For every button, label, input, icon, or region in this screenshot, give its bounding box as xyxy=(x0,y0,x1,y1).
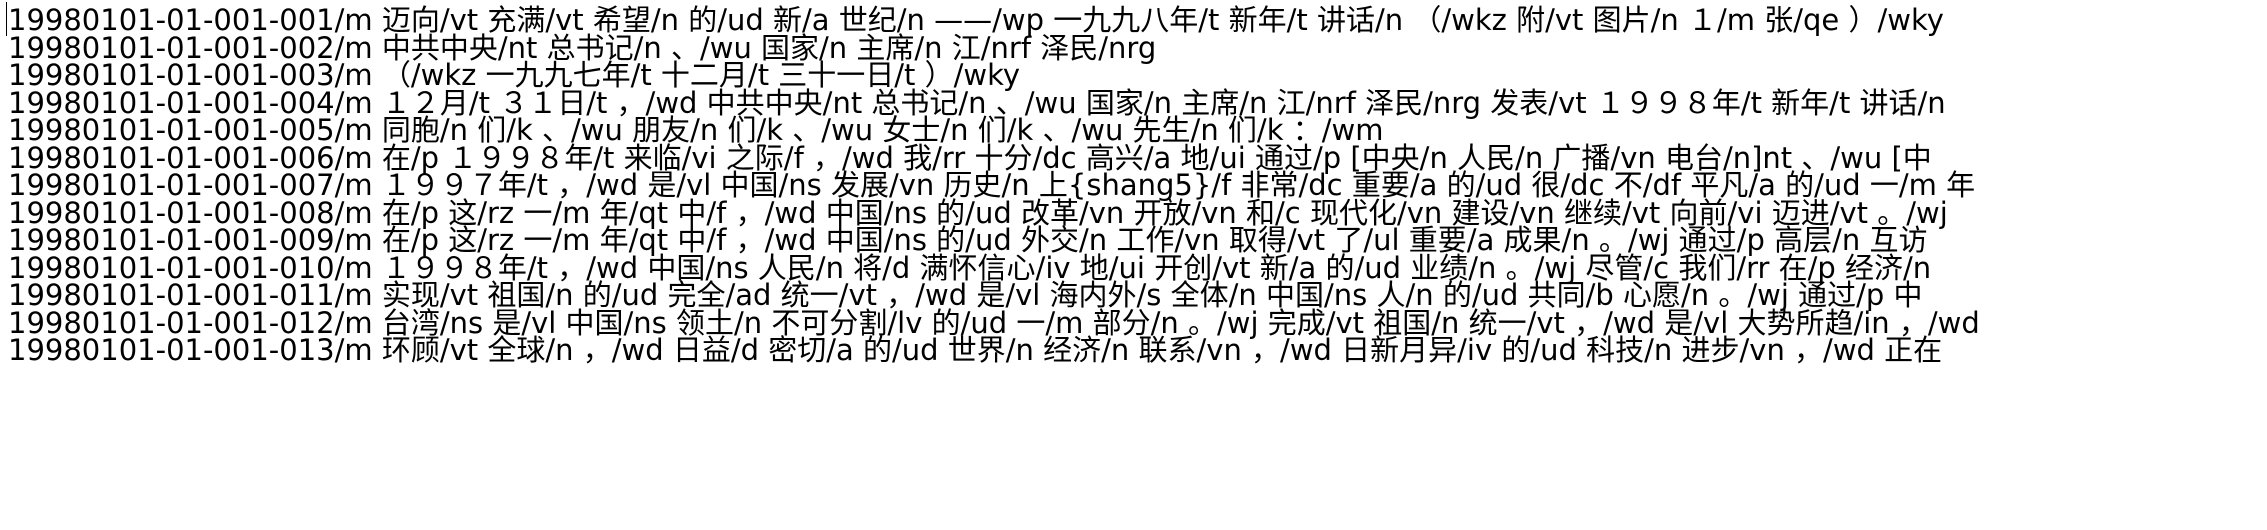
text-cursor xyxy=(6,2,7,36)
text-line-13: 19980101-01-001-013/m 环顾/vt 全球/n ，/wd 日益… xyxy=(8,333,1943,367)
text-editor[interactable]: 19980101-01-001-001/m 迈向/vt 充满/vt 希望/n 的… xyxy=(0,0,2267,530)
